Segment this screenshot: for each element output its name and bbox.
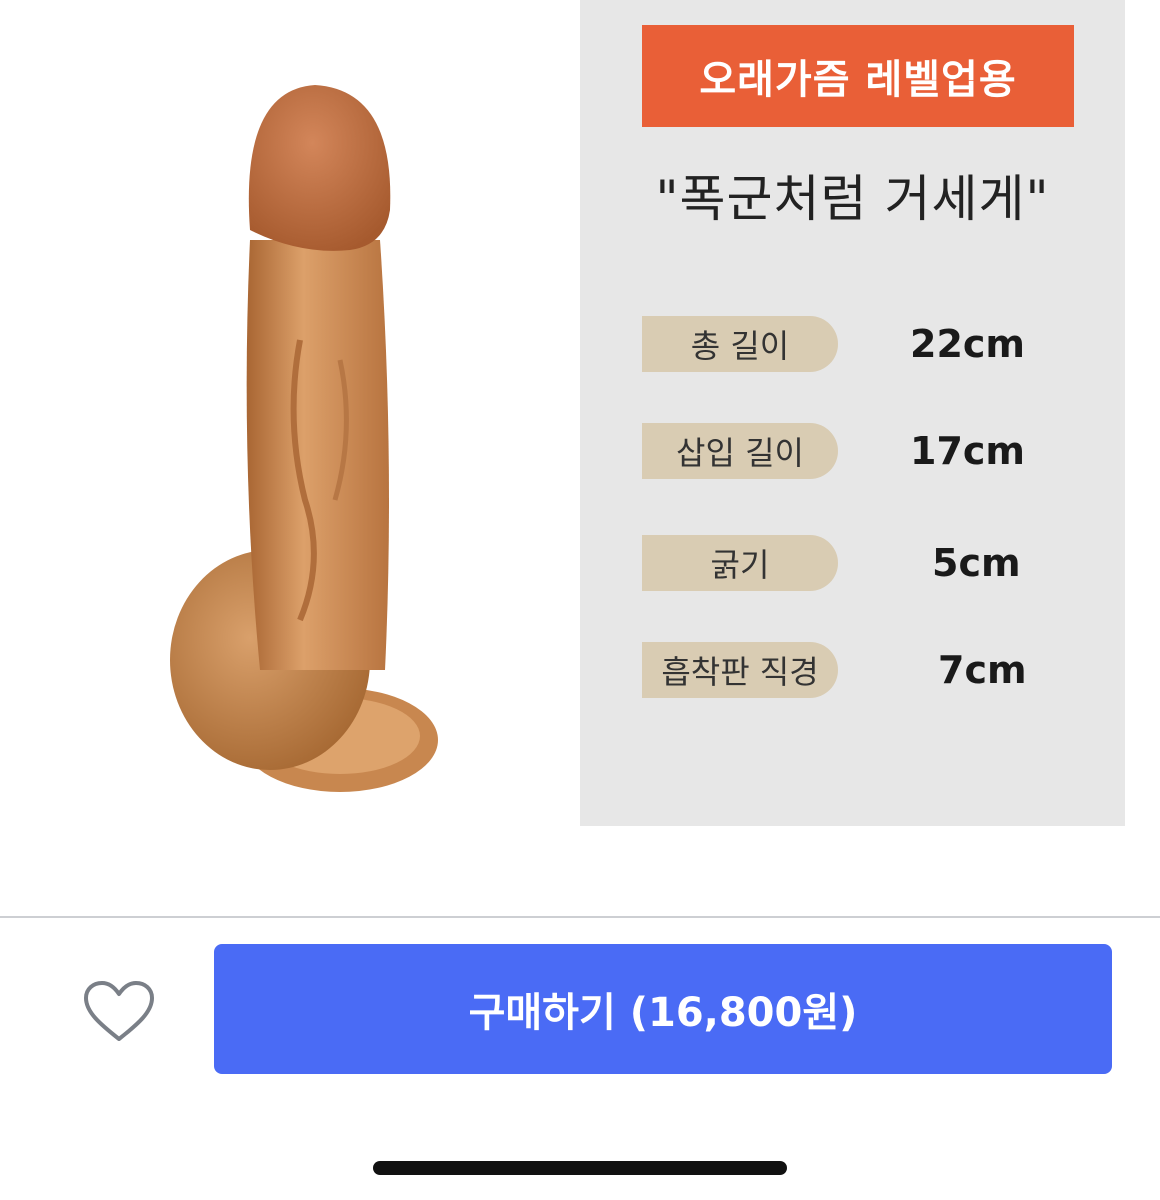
spec-value: 22cm bbox=[910, 322, 1026, 366]
headline: "폭군처럼 거세게" bbox=[655, 170, 1050, 228]
home-indicator[interactable] bbox=[373, 1161, 787, 1175]
spec-row-total-length: 총 길이 22cm bbox=[642, 316, 1082, 374]
buy-button[interactable]: 구매하기 (16,800원) bbox=[214, 944, 1112, 1074]
spec-value: 7cm bbox=[938, 648, 1027, 692]
spec-label: 총 길이 bbox=[642, 316, 838, 372]
promo-banner: 오래가즘 레벨업용 bbox=[642, 25, 1074, 127]
spec-value: 5cm bbox=[932, 541, 1021, 585]
spec-label: 삽입 길이 bbox=[642, 423, 838, 479]
spec-row-thickness: 굵기 5cm bbox=[642, 535, 1082, 593]
product-image bbox=[170, 85, 438, 792]
spec-row-insert-length: 삽입 길이 17cm bbox=[642, 423, 1082, 481]
spec-value: 17cm bbox=[910, 429, 1026, 473]
heart-icon bbox=[84, 981, 154, 1041]
footer-divider bbox=[0, 916, 1160, 918]
spec-label: 굵기 bbox=[642, 535, 838, 591]
favorite-button[interactable] bbox=[78, 975, 160, 1047]
spec-label: 흡착판 직경 bbox=[642, 642, 838, 698]
spec-panel: 오래가즘 레벨업용 "폭군처럼 거세게" 총 길이 22cm 삽입 길이 17c… bbox=[580, 0, 1125, 826]
spec-row-suction-diameter: 흡착판 직경 7cm bbox=[642, 642, 1082, 700]
